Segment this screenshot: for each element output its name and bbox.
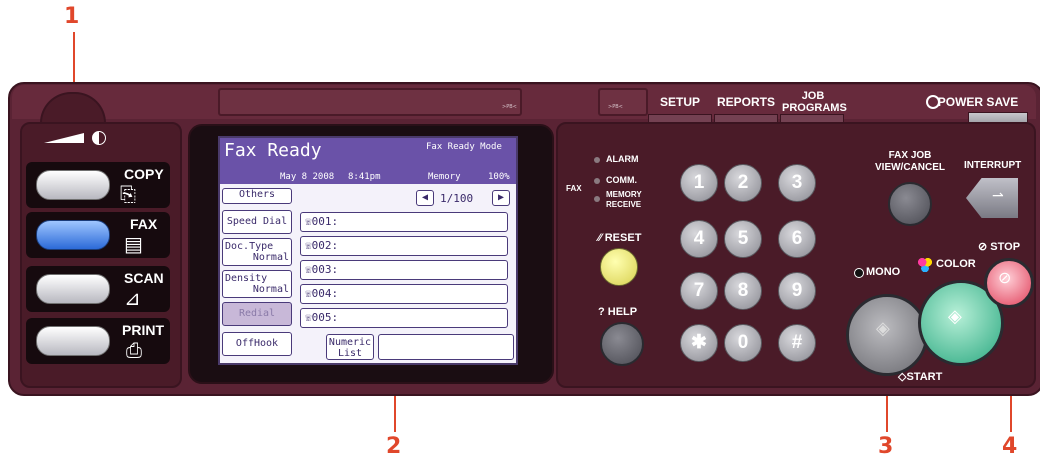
- help-button[interactable]: [600, 322, 644, 366]
- stop-label: ⊘ STOP: [978, 241, 1021, 253]
- fax-icon: ▤: [124, 232, 143, 256]
- phone-icon: ☏: [305, 263, 312, 276]
- alarm-led: [594, 157, 600, 163]
- speed-dial-entry-003[interactable]: ☏003:: [300, 260, 508, 280]
- speed-dial-entry-005[interactable]: ☏005:: [300, 308, 508, 328]
- color-start-icon: ◈: [948, 306, 962, 327]
- color-label: COLOR: [936, 258, 976, 270]
- copy-label: COPY: [124, 166, 164, 182]
- comm-led: [594, 178, 600, 184]
- numeric-list-button[interactable]: Numeric List: [326, 334, 374, 360]
- top-strip-left: [218, 88, 522, 116]
- panel-top-strip: [12, 85, 1036, 119]
- callout-2: 2: [386, 434, 402, 459]
- mono-label: MONO: [866, 266, 901, 278]
- print-icon: ⎙: [126, 338, 142, 362]
- power-save-icon: [926, 95, 940, 109]
- lcd-date: May 8 2008: [280, 172, 335, 182]
- comm-label: COMM.: [606, 175, 637, 185]
- redial-button[interactable]: Redial: [222, 302, 292, 326]
- lcd-touchscreen[interactable]: Fax Ready Fax Ready Mode May 8 2008 8:41…: [218, 136, 518, 365]
- tab-setup-label: SETUP: [659, 95, 700, 109]
- tab-reports-label: REPORTS: [716, 95, 775, 109]
- callout-4: 4: [1002, 434, 1018, 459]
- start-label: ◇START: [898, 371, 943, 383]
- phone-icon: ☏: [305, 287, 312, 300]
- memory-receive-label: MEMORY RECEIVE: [606, 190, 642, 209]
- mono-dot-icon: [854, 268, 864, 278]
- phone-icon: ☏: [305, 215, 312, 228]
- callout-3: 3: [878, 434, 894, 459]
- offhook-button[interactable]: OffHook: [222, 332, 292, 356]
- top-strip-mid: [598, 88, 648, 116]
- contrast-icon: [44, 133, 84, 143]
- print-button[interactable]: [36, 326, 110, 356]
- lcd-mode: Fax Ready Mode: [426, 142, 502, 152]
- key-6[interactable]: 6: [778, 220, 816, 258]
- stop-icon: ⊘: [998, 268, 1012, 287]
- key-2[interactable]: 2: [724, 164, 762, 202]
- fax-job-view-cancel-button[interactable]: [888, 182, 932, 226]
- color-dots-icon: [918, 258, 932, 272]
- fax-button[interactable]: [36, 220, 110, 250]
- page-next-button[interactable]: ▶: [492, 190, 510, 206]
- key-0[interactable]: 0: [724, 324, 762, 362]
- key-4[interactable]: 4: [680, 220, 718, 258]
- doc-type-button[interactable]: Doc.Type Normal: [222, 238, 292, 266]
- power-save-label: POWER SAVE: [937, 95, 1019, 109]
- interrupt-arrow-icon: ⇀: [992, 188, 1004, 204]
- speed-dial-button[interactable]: Speed Dial: [222, 210, 292, 234]
- density-button[interactable]: Density Normal: [222, 270, 292, 298]
- speed-dial-entry-001[interactable]: ☏001:: [300, 212, 508, 232]
- tab-job-programs-label: JOB PROGRAMS: [782, 90, 847, 114]
- print-label: PRINT: [122, 322, 164, 338]
- help-label: ? HELP: [598, 306, 638, 318]
- lcd-memory-label: Memory: [428, 172, 461, 182]
- page-indicator: 1/100: [440, 192, 474, 205]
- copy-button[interactable]: [36, 170, 110, 200]
- lcd-time: 8:41pm: [348, 172, 381, 182]
- key-5[interactable]: 5: [724, 220, 762, 258]
- reset-button[interactable]: [600, 248, 638, 286]
- scan-label: SCAN: [124, 270, 164, 286]
- fax-number-input[interactable]: [378, 334, 514, 360]
- others-button[interactable]: Others: [222, 188, 292, 204]
- phone-icon: ☏: [305, 239, 312, 252]
- reset-label: ⁄⁄ RESET: [598, 232, 642, 244]
- speed-dial-entry-004[interactable]: ☏004:: [300, 284, 508, 304]
- callout-1: 1: [64, 4, 80, 29]
- memory-receive-led: [594, 196, 600, 202]
- strip-mid-tiny: >PB<: [608, 104, 623, 110]
- lcd-header: Fax Ready Fax Ready Mode May 8 2008 8:41…: [220, 138, 516, 184]
- key-star[interactable]: ✱: [680, 324, 718, 362]
- lcd-title: Fax Ready: [224, 140, 322, 161]
- key-1[interactable]: 1: [680, 164, 718, 202]
- contrast-half-icon: [92, 131, 106, 145]
- key-3[interactable]: 3: [778, 164, 816, 202]
- copy-icon: ⎘: [120, 182, 136, 206]
- lcd-memory-value: 100%: [488, 172, 510, 182]
- phone-icon: ☏: [305, 311, 312, 324]
- speed-dial-entry-002[interactable]: ☏002:: [300, 236, 508, 256]
- alarm-label: ALARM: [606, 154, 639, 164]
- interrupt-label: INTERRUPT: [964, 160, 1022, 171]
- mono-start-icon: ◈: [876, 318, 890, 339]
- key-hash[interactable]: #: [778, 324, 816, 362]
- key-7[interactable]: 7: [680, 272, 718, 310]
- fax-status-label: FAX: [566, 184, 582, 193]
- scan-icon: ⊿: [124, 286, 141, 310]
- fax-job-label: FAX JOB VIEW/CANCEL: [875, 150, 945, 173]
- key-8[interactable]: 8: [724, 272, 762, 310]
- page-prev-button[interactable]: ◀: [416, 190, 434, 206]
- key-9[interactable]: 9: [778, 272, 816, 310]
- fax-label: FAX: [130, 216, 158, 232]
- scan-button[interactable]: [36, 274, 110, 304]
- strip-left-tiny: >PB<: [502, 104, 517, 110]
